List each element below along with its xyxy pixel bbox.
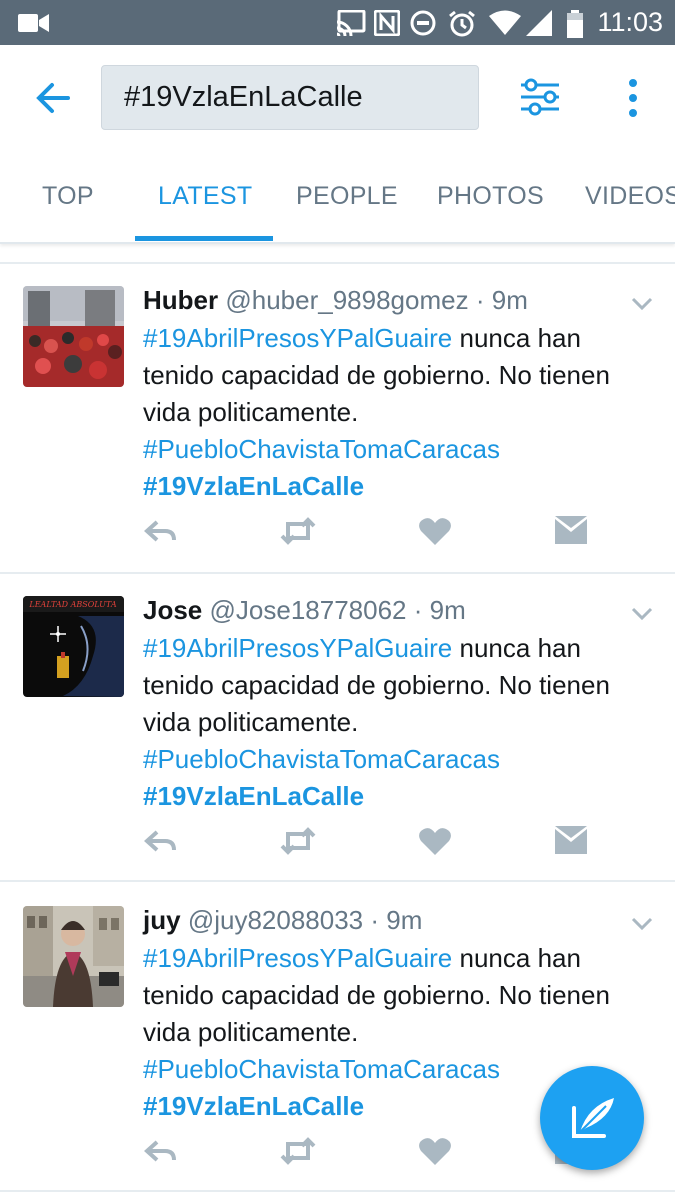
- battery-icon: [567, 10, 583, 38]
- tweet-header: Huber @huber_9898gomez · 9m: [143, 285, 528, 316]
- like-icon[interactable]: [417, 514, 453, 548]
- more-vert-icon[interactable]: [620, 77, 646, 121]
- active-tab-indicator: [135, 236, 273, 241]
- cast-icon: [336, 10, 366, 36]
- avatar[interactable]: [23, 286, 124, 387]
- tweet-header: Jose @Jose18778062 · 9m: [143, 595, 466, 626]
- retweet-icon[interactable]: [280, 824, 316, 858]
- direct-message-icon[interactable]: [553, 824, 589, 858]
- search-app-bar: #19VzlaEnLaCalle TOP LATEST PEOPLE PHOTO…: [0, 45, 675, 244]
- tweet-actions: [143, 824, 623, 860]
- divider: [0, 1190, 675, 1192]
- display-name[interactable]: Huber: [143, 285, 218, 315]
- divider: [0, 880, 675, 882]
- wifi-icon: [489, 10, 521, 35]
- tweet-actions: [143, 514, 623, 550]
- chevron-down-icon[interactable]: [630, 295, 654, 313]
- search-tabs: TOP LATEST PEOPLE PHOTOS VIDEOS: [0, 170, 675, 242]
- like-icon[interactable]: [417, 1134, 453, 1168]
- timestamp: 9m: [386, 905, 423, 935]
- tab-photos[interactable]: PHOTOS: [437, 182, 544, 211]
- hashtag-link[interactable]: #PuebloChavistaTomaCaracas: [143, 1054, 500, 1084]
- search-query-text: #19VzlaEnLaCalle: [124, 81, 363, 113]
- timestamp: 9m: [429, 595, 466, 625]
- cell-signal-icon: [526, 10, 552, 36]
- separator-dot: ·: [475, 285, 485, 315]
- retweet-icon[interactable]: [280, 1134, 316, 1168]
- tweet-header: juy @juy82088033 · 9m: [143, 905, 422, 936]
- compose-icon: [572, 1098, 614, 1138]
- separator-dot: ·: [370, 905, 380, 935]
- like-icon[interactable]: [417, 824, 453, 858]
- hashtag-link[interactable]: #19VzlaEnLaCalle: [143, 471, 364, 501]
- avatar[interactable]: LEALTAD ABSOLUTA: [23, 596, 124, 697]
- avatar[interactable]: [23, 906, 124, 1007]
- hashtag-link[interactable]: #PuebloChavistaTomaCaracas: [143, 744, 500, 774]
- tweet-text: #19AbrilPresosYPalGuaire nunca han tenid…: [143, 320, 648, 505]
- retweet-icon[interactable]: [280, 514, 316, 548]
- hashtag-link[interactable]: #19AbrilPresosYPalGuaire: [143, 323, 452, 353]
- alarm-icon: [449, 10, 475, 37]
- hashtag-link[interactable]: #19AbrilPresosYPalGuaire: [143, 943, 452, 973]
- nfc-icon: [374, 10, 400, 36]
- video-camera-icon: [18, 14, 49, 32]
- display-name[interactable]: Jose: [143, 595, 202, 625]
- display-name[interactable]: juy: [143, 905, 181, 935]
- chevron-down-icon[interactable]: [630, 605, 654, 623]
- reply-icon[interactable]: [143, 514, 179, 548]
- reply-icon[interactable]: [143, 824, 179, 858]
- status-bar: 11:03: [0, 0, 675, 45]
- tab-latest[interactable]: LATEST: [158, 182, 252, 211]
- tweet[interactable]: Huber @huber_9898gomez · 9m #19AbrilPres…: [0, 264, 675, 572]
- tweet[interactable]: LEALTAD ABSOLUTA Jose @Jose18778062 · 9m…: [0, 574, 675, 882]
- search-input[interactable]: #19VzlaEnLaCalle: [101, 65, 479, 130]
- separator-dot: ·: [413, 595, 423, 625]
- user-handle[interactable]: @Jose18778062: [210, 595, 407, 625]
- clock: 11:03: [597, 7, 663, 37]
- avatar-text: LEALTAD ABSOLUTA: [28, 600, 116, 609]
- filter-icon[interactable]: [518, 77, 562, 117]
- direct-message-icon[interactable]: [553, 514, 589, 548]
- compose-tweet-button[interactable]: [540, 1066, 644, 1170]
- tweet-text: #19AbrilPresosYPalGuaire nunca han tenid…: [143, 630, 648, 815]
- hashtag-link[interactable]: #19VzlaEnLaCalle: [143, 781, 364, 811]
- user-handle[interactable]: @juy82088033: [188, 905, 363, 935]
- back-arrow-icon[interactable]: [30, 75, 76, 121]
- hashtag-link[interactable]: #19VzlaEnLaCalle: [143, 1091, 364, 1121]
- hashtag-link[interactable]: #PuebloChavistaTomaCaracas: [143, 434, 500, 464]
- do-not-disturb-icon: [410, 10, 436, 36]
- hashtag-link[interactable]: #19AbrilPresosYPalGuaire: [143, 633, 452, 663]
- tab-people[interactable]: PEOPLE: [296, 182, 398, 211]
- timestamp: 9m: [491, 285, 528, 315]
- reply-icon[interactable]: [143, 1134, 179, 1168]
- tab-videos[interactable]: VIDEOS: [585, 182, 675, 211]
- user-handle[interactable]: @huber_9898gomez: [225, 285, 468, 315]
- chevron-down-icon[interactable]: [630, 915, 654, 933]
- tab-top[interactable]: TOP: [42, 182, 94, 211]
